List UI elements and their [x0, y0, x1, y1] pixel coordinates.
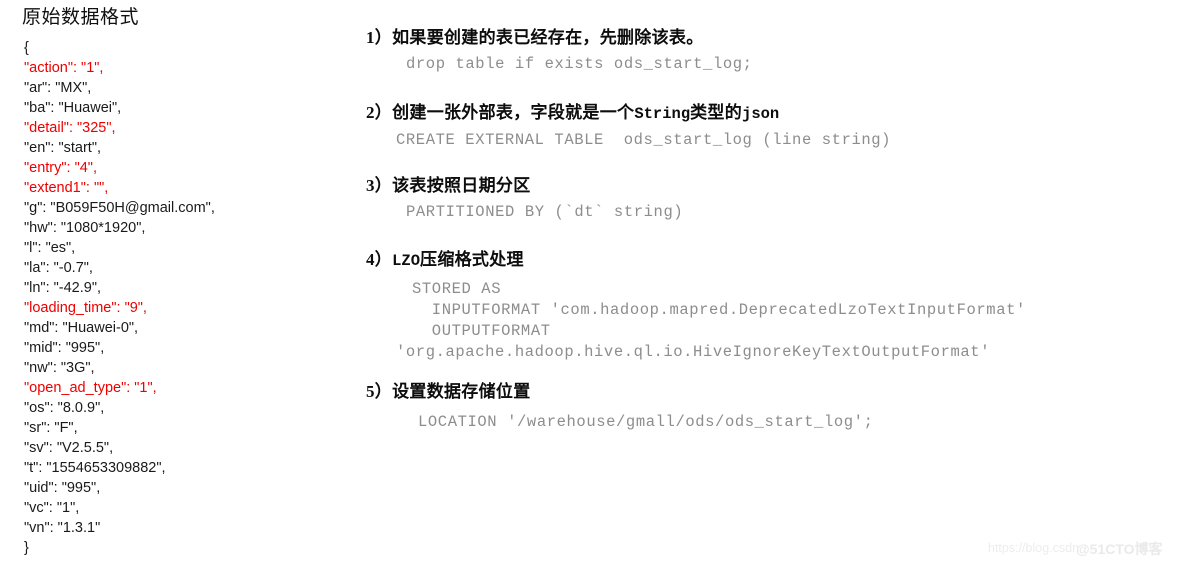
step-4-heading: 4）LZO压缩格式处理 [366, 248, 1184, 273]
step-2-code: CREATE EXTERNAL TABLE ods_start_log (lin… [396, 131, 892, 149]
json-line: "os": "8.0.9", [24, 400, 105, 416]
json-line: "g": "B059F50H@gmail.com", [24, 200, 215, 216]
step-2: 2）创建一张外部表，字段就是一个String类型的json CREATE EXT… [366, 101, 1184, 151]
watermark-brand: @51CTO博客 [1076, 541, 1163, 557]
json-line: "en": "start", [24, 140, 102, 156]
json-line: "hw": "1080*1920", [24, 220, 146, 236]
step-1-code: drop table if exists ods_start_log; [406, 55, 753, 73]
raw-data-title: 原始数据格式 [22, 7, 140, 28]
json-line: "md": "Huawei-0", [24, 320, 139, 336]
json-line: "action": "1", [24, 60, 104, 76]
json-line: "entry": "4", [24, 160, 97, 176]
step-5-heading: 5）设置数据存储位置 [366, 382, 531, 401]
step-1: 1）如果要创建的表已经存在，先删除该表。 drop table if exist… [366, 26, 1184, 75]
step-4-code-stored-as: STORED AS [412, 280, 502, 298]
raw-json-listing: { "action": "1", "ar": "MX", "ba": "Huawei"… [24, 38, 215, 558]
step-4-heading-rest: 压缩格式处理 [420, 250, 524, 269]
json-line: "sv": "V2.5.5", [24, 440, 114, 456]
step-5: 5）设置数据存储位置 LOCATION '/warehouse/gmall/od… [366, 380, 1184, 433]
watermark-url: https://blog.csdn [988, 541, 1080, 555]
json-line: "ar": "MX", [24, 80, 92, 96]
json-line: "uid": "995", [24, 480, 101, 496]
json-line: "loading_time": "9", [24, 300, 147, 316]
json-line: "open_ad_type": "1", [24, 380, 157, 396]
step-4-code-outputformat-class: 'org.apache.hadoop.hive.ql.io.HiveIgnore… [396, 343, 991, 361]
json-line: "ln": "-42.9", [24, 280, 102, 296]
step-3-heading: 3）该表按照日期分区 [366, 176, 531, 195]
json-line: "detail": "325", [24, 120, 116, 136]
json-line: "vc": "1", [24, 500, 80, 516]
json-line: } [24, 540, 29, 556]
step-4-heading-codec: LZO [392, 252, 421, 270]
step-4-code-outputformat: OUTPUTFORMAT [412, 322, 551, 340]
json-line: { [24, 40, 29, 56]
step-2-heading-mid: 类型的 [690, 103, 743, 122]
step-1-heading: 1）如果要创建的表已经存在，先删除该表。 [366, 28, 704, 47]
step-2-heading-type: String [634, 105, 691, 123]
step-4-code-inputformat: INPUTFORMAT 'com.hadoop.mapred.Deprecate… [412, 301, 1026, 319]
json-line: "t": "1554653309882", [24, 460, 166, 476]
json-line: "extend1": "", [24, 180, 109, 196]
json-line: "la": "-0.7", [24, 260, 93, 276]
json-line: "ba": "Huawei", [24, 100, 122, 116]
step-4: 4）LZO压缩格式处理 STORED AS INPUTFORMAT 'com.h… [366, 248, 1184, 363]
step-3-code: PARTITIONED BY (`dt` string) [406, 203, 684, 221]
json-line: "mid": "995", [24, 340, 105, 356]
json-line: "nw": "3G", [24, 360, 95, 376]
step-2-heading: 2）创建一张外部表，字段就是一个String类型的json [366, 101, 1184, 126]
watermark: https://blog.csdn @51CTO博客 [988, 537, 1178, 561]
step-4-heading-number: 4） [366, 250, 393, 269]
step-2-heading-pre: 2）创建一张外部表，字段就是一个 [366, 103, 635, 122]
json-line: "l": "es", [24, 240, 76, 256]
raw-data-panel: 原始数据格式 { "action": "1", "ar": "MX", "ba": "… [0, 0, 350, 569]
step-5-code: LOCATION '/warehouse/gmall/ods/ods_start… [418, 413, 874, 431]
json-line: "vn": "1.3.1" [24, 520, 101, 536]
json-line: "sr": "F", [24, 420, 78, 436]
step-2-heading-json: json [742, 105, 780, 123]
steps-panel: 1）如果要创建的表已经存在，先删除该表。 drop table if exist… [366, 0, 1184, 569]
step-3: 3）该表按照日期分区 PARTITIONED BY (`dt` string) [366, 174, 1184, 223]
